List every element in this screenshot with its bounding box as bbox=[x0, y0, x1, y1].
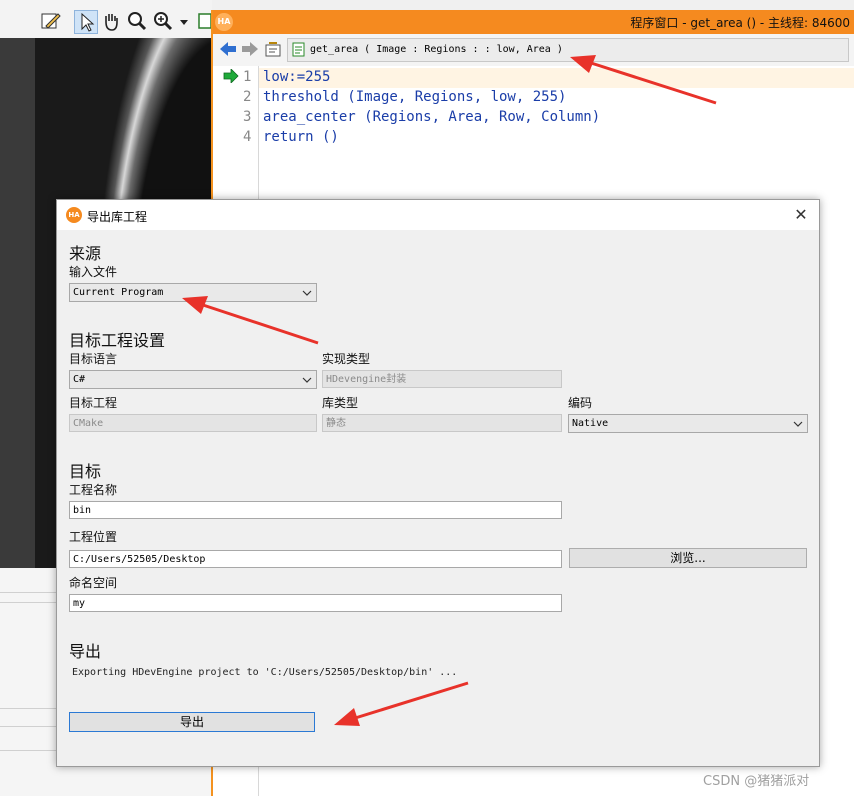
source-heading: 来源 bbox=[69, 244, 102, 263]
impl-type-label: 实现类型 bbox=[322, 352, 371, 366]
project-location-input[interactable]: C:/Users/52505/Desktop bbox=[69, 550, 562, 568]
project-name-label: 工程名称 bbox=[69, 483, 118, 497]
encoding-select[interactable]: Native bbox=[568, 414, 808, 433]
encoding-value: Native bbox=[572, 418, 609, 429]
watermark: CSDN @猪猪派对 bbox=[703, 774, 810, 789]
program-window-title: 程序窗口 - get_area () - 主线程: 84600 bbox=[630, 16, 850, 30]
export-status-text: Exporting HDevEngine project to 'C:/User… bbox=[72, 667, 458, 678]
program-counter-arrow-icon bbox=[223, 68, 239, 86]
library-type-label: 库类型 bbox=[322, 396, 359, 410]
target-heading: 目标 bbox=[69, 462, 102, 481]
procedure-signature: get_area ( Image : Regions : : low, Area… bbox=[310, 44, 563, 55]
code-line[interactable]: return () bbox=[263, 129, 339, 145]
dialog-title: 导出库工程 bbox=[87, 210, 148, 224]
halcon-logo-icon: HA bbox=[66, 207, 82, 223]
code-line[interactable]: area_center (Regions, Area, Row, Column) bbox=[263, 109, 600, 125]
project-location-label: 工程位置 bbox=[69, 530, 118, 544]
zoom-in-icon[interactable] bbox=[152, 10, 174, 32]
input-file-value: Current Program bbox=[73, 287, 164, 298]
graphics-toolbar bbox=[0, 0, 212, 39]
line-number: 4 bbox=[243, 129, 252, 145]
close-icon[interactable]: ✕ bbox=[791, 205, 811, 225]
namespace-label: 命名空间 bbox=[69, 576, 118, 590]
target-language-select[interactable]: C# bbox=[69, 370, 317, 389]
encoding-label: 编码 bbox=[568, 396, 593, 410]
hand-icon[interactable] bbox=[100, 10, 122, 32]
forward-arrow-icon[interactable] bbox=[241, 41, 259, 60]
input-file-select[interactable]: Current Program bbox=[69, 283, 317, 302]
chevron-down-icon bbox=[793, 421, 803, 427]
procedure-selector[interactable]: get_area ( Image : Regions : : low, Area… bbox=[287, 38, 849, 62]
target-project-field: CMake bbox=[69, 414, 317, 432]
procedure-icon[interactable] bbox=[265, 40, 283, 61]
current-line-highlight bbox=[259, 68, 854, 88]
procedure-signature-icon bbox=[292, 42, 305, 57]
magnifier-icon[interactable] bbox=[126, 10, 148, 32]
pointer-icon[interactable] bbox=[74, 10, 98, 34]
export-button[interactable]: 导出 bbox=[69, 712, 315, 732]
window-icon[interactable] bbox=[198, 10, 212, 32]
halcon-logo-icon: HA bbox=[215, 13, 233, 31]
project-name-input[interactable]: bin bbox=[69, 501, 562, 519]
export-heading: 导出 bbox=[69, 642, 102, 661]
graphics-frame bbox=[0, 38, 35, 568]
chevron-down-icon bbox=[302, 377, 312, 383]
back-arrow-icon[interactable] bbox=[219, 41, 237, 60]
input-file-label: 输入文件 bbox=[69, 265, 118, 279]
target-language-value: C# bbox=[73, 374, 86, 385]
line-number: 2 bbox=[243, 89, 252, 105]
namespace-input[interactable]: my bbox=[69, 594, 562, 612]
code-line[interactable]: threshold (Image, Regions, low, 255) bbox=[263, 89, 566, 105]
target-project-label: 目标工程 bbox=[69, 396, 118, 410]
target-settings-heading: 目标工程设置 bbox=[69, 331, 166, 350]
browse-button[interactable]: 浏览... bbox=[569, 548, 807, 568]
dropdown-arrow-icon[interactable] bbox=[178, 10, 190, 32]
program-window-titlebar[interactable]: HA 程序窗口 - get_area () - 主线程: 84600 bbox=[213, 10, 854, 34]
impl-type-field: HDevengine封装 bbox=[322, 370, 562, 388]
line-number: 1 bbox=[243, 69, 252, 85]
line-number: 3 bbox=[243, 109, 252, 125]
code-line[interactable]: low:=255 bbox=[263, 69, 330, 85]
export-library-dialog: HA 导出库工程 ✕ 来源 输入文件 Current Program 目标工程设… bbox=[56, 199, 820, 767]
library-type-field: 静态 bbox=[322, 414, 562, 432]
dialog-titlebar[interactable]: HA 导出库工程 ✕ bbox=[57, 200, 819, 230]
program-toolbar: get_area ( Image : Regions : : low, Area… bbox=[213, 34, 854, 67]
target-language-label: 目标语言 bbox=[69, 352, 118, 366]
edit-icon[interactable] bbox=[40, 10, 62, 32]
chevron-down-icon bbox=[302, 290, 312, 296]
